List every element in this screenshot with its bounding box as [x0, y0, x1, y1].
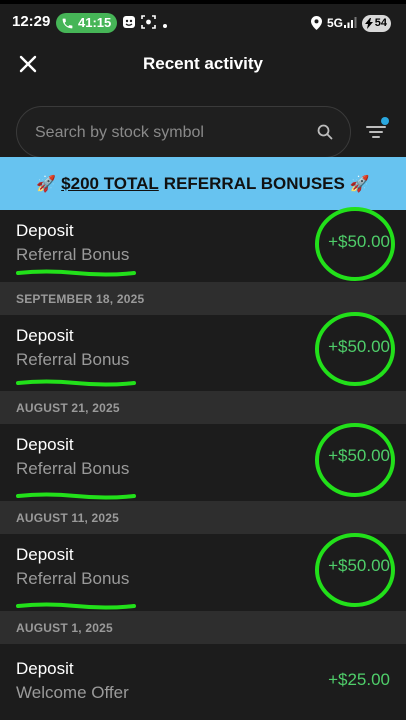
highlight-underline — [16, 379, 136, 387]
search-bar — [16, 106, 351, 158]
search-input[interactable] — [35, 121, 305, 145]
activity-row[interactable]: Deposit Referral Bonus +$50.00 — [0, 207, 406, 282]
rocket-icon: 🚀 — [36, 175, 57, 193]
date-label: AUGUST 1, 2025 — [16, 621, 113, 635]
referral-banner[interactable]: 🚀 $200 TOTAL REFERRAL BONUSES 🚀 — [0, 157, 406, 210]
call-indicator[interactable]: 41:15 — [56, 13, 117, 33]
battery-indicator: 54 — [362, 15, 391, 32]
notification-dot — [163, 24, 167, 28]
activity-description: Referral Bonus — [16, 350, 130, 369]
call-timer: 41:15 — [78, 15, 112, 30]
date-label: SEPTEMBER 18, 2025 — [16, 292, 145, 306]
charging-icon — [365, 18, 373, 29]
rocket-icon: 🚀 — [349, 175, 370, 193]
status-time: 12:29 — [12, 13, 51, 30]
highlight-circle — [315, 533, 395, 607]
date-label: AUGUST 21, 2025 — [16, 401, 120, 415]
activity-description: Welcome Offer — [16, 683, 129, 702]
date-label: AUGUST 11, 2025 — [16, 511, 120, 525]
banner-text: REFERRAL BONUSES — [163, 173, 345, 193]
highlight-circle — [315, 423, 395, 497]
activity-description: Referral Bonus — [16, 245, 130, 264]
activity-row[interactable]: Deposit Referral Bonus +$50.00 — [0, 423, 406, 500]
highlight-circle — [315, 312, 395, 386]
highlight-circle — [315, 207, 395, 281]
page-title: Recent activity — [143, 54, 263, 73]
activity-description: Referral Bonus — [16, 459, 130, 478]
activity-row[interactable]: Deposit Welcome Offer +$25.00 — [0, 648, 406, 720]
status-bar: 12:29 41:15 5G 54 — [0, 4, 406, 40]
search-icon[interactable] — [317, 124, 333, 140]
battery-level: 54 — [374, 17, 387, 29]
activity-name: Deposit — [16, 435, 74, 454]
activity-name: Deposit — [16, 659, 74, 678]
signal-icon — [344, 17, 357, 28]
activity-name: Deposit — [16, 326, 74, 345]
network-type: 5G — [327, 16, 344, 30]
location-icon — [311, 16, 322, 30]
notification-app-icon — [123, 16, 135, 28]
activity-name: Deposit — [16, 545, 74, 564]
banner-emphasis: $200 TOTAL — [61, 173, 159, 193]
highlight-underline — [16, 492, 136, 500]
phone-icon — [62, 18, 73, 29]
activity-row[interactable]: Deposit Referral Bonus +$50.00 — [0, 312, 406, 387]
highlight-underline — [16, 602, 136, 610]
activity-row[interactable]: Deposit Referral Bonus +$50.00 — [0, 533, 406, 610]
activity-description: Referral Bonus — [16, 569, 130, 588]
date-header: AUGUST 1, 2025 — [0, 611, 406, 644]
screen-record-icon — [141, 15, 156, 29]
activity-name: Deposit — [16, 221, 74, 240]
highlight-underline — [16, 269, 136, 277]
filter-active-dot — [381, 117, 389, 125]
top-app-bar: Recent activity — [0, 40, 406, 88]
activity-amount: +$25.00 — [328, 670, 390, 689]
